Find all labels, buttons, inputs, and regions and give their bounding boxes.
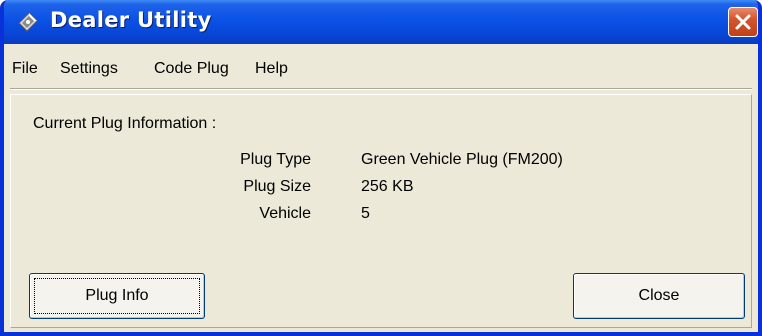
dealer-utility-window: Dealer Utility File Settings Code Plug H… bbox=[0, 0, 762, 336]
plug-type-value: Green Vehicle Plug (FM200) bbox=[361, 151, 563, 168]
close-icon bbox=[735, 14, 751, 30]
menu-settings[interactable]: Settings bbox=[60, 60, 118, 78]
window-title: Dealer Utility bbox=[50, 8, 212, 32]
menu-bar: File Settings Code Plug Help bbox=[4, 56, 758, 84]
section-title: Current Plug Information : bbox=[33, 115, 217, 132]
plug-type-label: Plug Type bbox=[240, 151, 311, 168]
plug-info-panel: Current Plug Information : Plug Type Gre… bbox=[10, 94, 752, 328]
dealer-utility-icon bbox=[16, 10, 40, 34]
plug-info-button-label: Plug Info bbox=[85, 287, 149, 304]
menu-help[interactable]: Help bbox=[255, 60, 288, 78]
close-button-label: Close bbox=[638, 287, 680, 304]
plug-size-value: 256 KB bbox=[361, 178, 414, 195]
plug-size-label: Plug Size bbox=[243, 178, 311, 195]
title-bar[interactable]: Dealer Utility bbox=[4, 0, 758, 44]
menu-code-plug[interactable]: Code Plug bbox=[154, 60, 229, 78]
plug-info-button[interactable]: Plug Info bbox=[29, 273, 205, 319]
vehicle-value: 5 bbox=[361, 205, 370, 222]
close-window-button[interactable] bbox=[728, 7, 758, 37]
vehicle-label: Vehicle bbox=[259, 205, 311, 222]
close-button[interactable]: Close bbox=[573, 273, 745, 319]
menu-separator bbox=[10, 88, 752, 90]
menu-file[interactable]: File bbox=[12, 60, 38, 78]
